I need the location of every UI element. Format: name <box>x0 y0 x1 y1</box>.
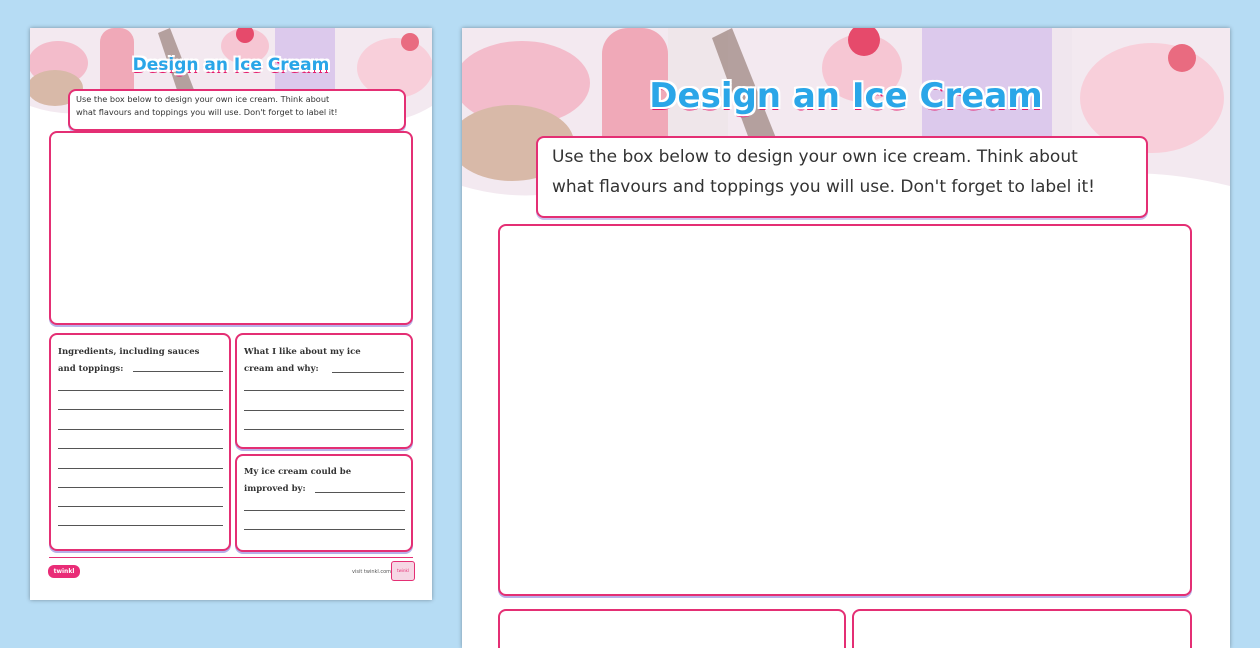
improve-box: My ice cream could be improved by: <box>235 454 413 552</box>
write-line <box>244 390 404 391</box>
write-line <box>58 525 223 526</box>
write-line <box>133 371 223 372</box>
write-line <box>58 506 223 507</box>
instructions-line-1: Use the box below to design your own ice… <box>552 147 1078 167</box>
write-line <box>58 390 223 391</box>
ingredients-label: Ingredients, including sauces and toppin… <box>58 347 200 374</box>
instructions-line-2: what flavours and toppings you will use.… <box>76 107 338 117</box>
worksheet-preview-large[interactable]: Design an Ice Cream Use the box below to… <box>462 28 1230 648</box>
drawing-box <box>49 131 413 325</box>
write-line <box>332 372 404 373</box>
instructions-box: Use the box below to design your own ice… <box>68 89 406 131</box>
write-line <box>58 409 223 410</box>
instructions-line-1: Use the box below to design your own ice… <box>76 94 330 104</box>
write-line <box>58 429 223 430</box>
write-line <box>58 468 223 469</box>
write-line <box>244 510 405 511</box>
ingredients-box <box>498 609 846 648</box>
worksheet-preview-thumbnail[interactable]: Design an Ice Cream Use the box below to… <box>30 28 432 600</box>
footer-divider <box>49 557 413 558</box>
footer-url: visit twinkl.com <box>352 569 392 575</box>
drawing-box <box>498 224 1192 596</box>
write-line <box>58 487 223 488</box>
write-line <box>244 429 404 430</box>
instructions-line-2: what flavours and toppings you will use.… <box>552 177 1095 197</box>
worksheet-title: Design an Ice Cream <box>132 55 330 75</box>
write-line <box>58 448 223 449</box>
twinkl-logo: twinkl <box>48 565 80 578</box>
write-line <box>315 492 405 493</box>
write-line <box>244 529 405 530</box>
like-box <box>852 609 1192 648</box>
like-box: What I like about my ice cream and why: <box>235 333 413 449</box>
ingredients-box: Ingredients, including sauces and toppin… <box>49 333 231 551</box>
twinkl-badge: twinkl <box>391 561 415 581</box>
instructions-box: Use the box below to design your own ice… <box>536 136 1148 218</box>
write-line <box>244 410 404 411</box>
worksheet-title: Design an Ice Cream <box>649 76 1043 116</box>
